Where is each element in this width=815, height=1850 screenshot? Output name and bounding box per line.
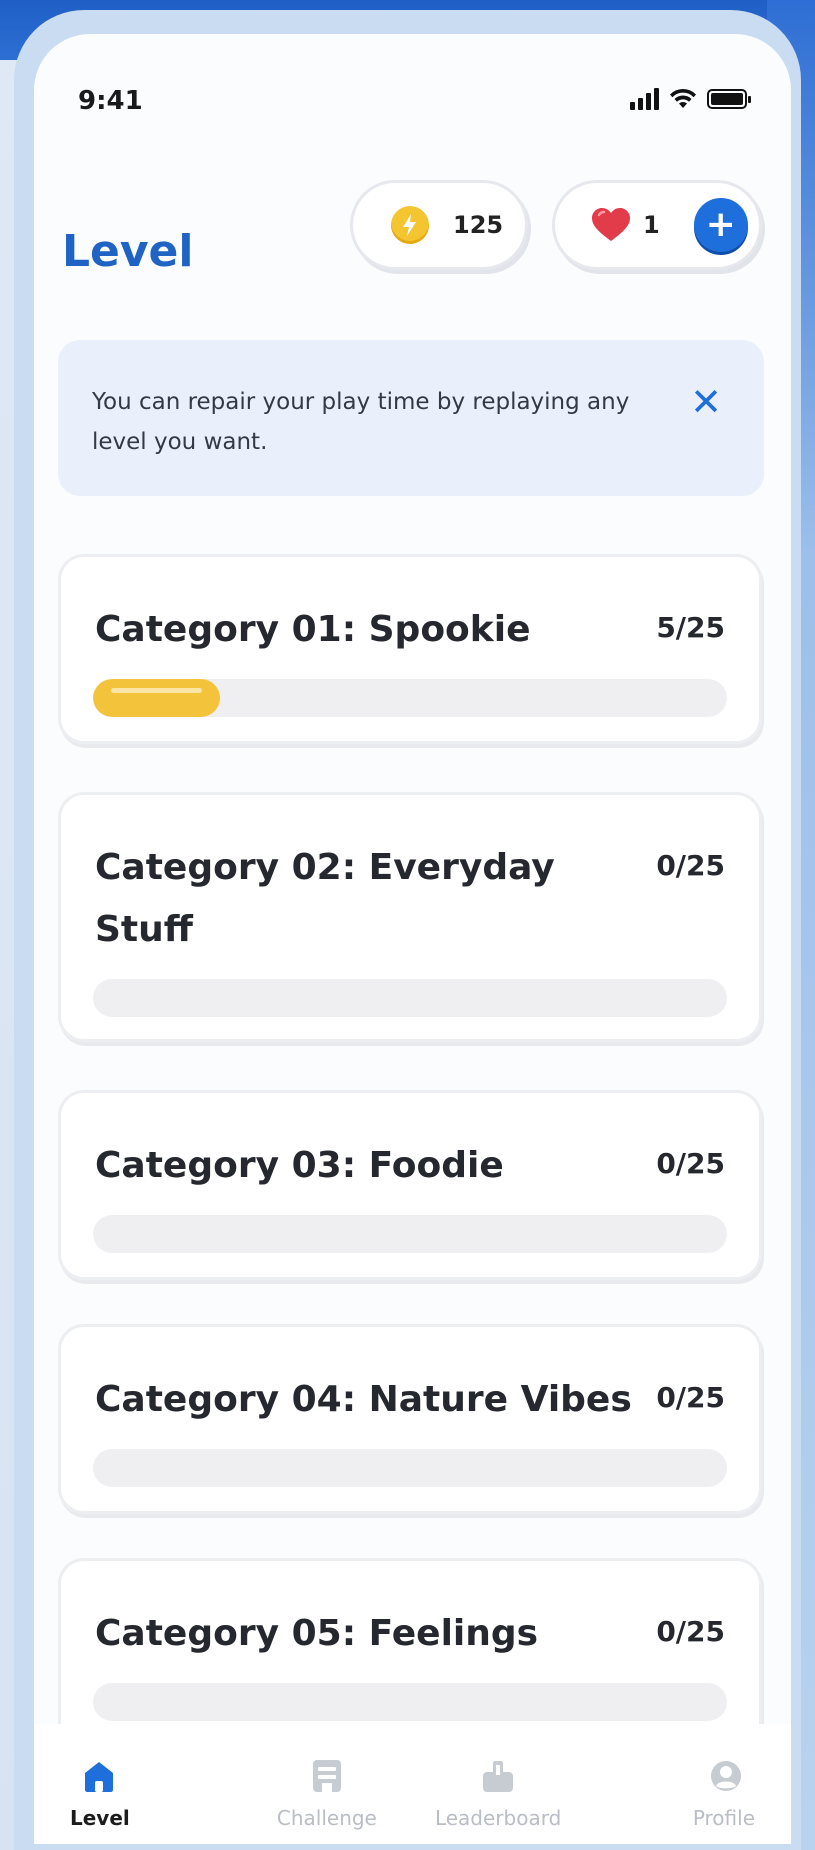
tab-label: Profile <box>692 1806 755 1830</box>
tab-level[interactable]: Level <box>34 1724 241 1844</box>
battery-icon <box>707 89 751 109</box>
category-count: 0/25 <box>656 1381 725 1414</box>
heart-icon <box>592 208 630 241</box>
tab-bar: Level Challenge Leaderboard Profile <box>34 1724 791 1844</box>
tab-leaderboard[interactable]: Leaderboard <box>413 1724 584 1844</box>
category-count: 5/25 <box>656 611 725 644</box>
home-icon <box>85 1762 113 1792</box>
close-icon[interactable]: ✕ <box>688 383 724 421</box>
progress-bar <box>93 979 727 1017</box>
tab-label: Level <box>70 1806 130 1830</box>
energy-counter[interactable]: 125 <box>350 180 528 270</box>
add-lives-button[interactable]: + <box>693 198 748 252</box>
challenge-icon <box>312 1760 341 1792</box>
tab-challenge[interactable]: Challenge <box>241 1724 412 1844</box>
category-count: 0/25 <box>656 849 725 882</box>
category-count: 0/25 <box>656 1147 725 1180</box>
category-card[interactable]: Category 04: Nature Vibes 0/25 <box>58 1324 762 1514</box>
category-card[interactable]: Category 02: Everyday Stuff 0/25 <box>58 792 762 1042</box>
category-title: Category 05: Feelings <box>95 1613 539 1654</box>
wifi-icon <box>670 88 696 108</box>
progress-bar <box>93 1683 727 1721</box>
tab-label: Leaderboard <box>434 1806 562 1830</box>
progress-bar <box>93 679 727 717</box>
category-title: Category 01: Spookie <box>95 609 531 650</box>
tab-profile[interactable]: Profile <box>584 1724 791 1844</box>
category-card[interactable]: Category 03: Foodie 0/25 <box>58 1090 762 1280</box>
progress-bar <box>93 1215 727 1253</box>
status-icons <box>630 88 751 110</box>
app-screen: 9:41 Level 125 1 + You can repair your p… <box>34 34 791 1844</box>
signal-icon <box>630 88 659 110</box>
progress-bar <box>93 1449 727 1487</box>
lives-counter: 1 + <box>552 180 762 270</box>
progress-fill <box>93 679 220 717</box>
lightning-coin-icon <box>391 206 429 244</box>
device-frame: 9:41 Level 125 1 + You can repair your p… <box>14 10 801 1850</box>
category-card[interactable]: Category 01: Spookie 5/25 <box>58 554 762 744</box>
leaderboard-icon <box>483 1761 514 1792</box>
category-title: Category 02: Everyday Stuff <box>95 847 555 950</box>
category-title: Category 03: Foodie <box>95 1145 504 1186</box>
status-time: 9:41 <box>78 86 143 116</box>
tip-banner: You can repair your play time by replayi… <box>58 340 764 496</box>
tip-text: You can repair your play time by replayi… <box>92 389 630 455</box>
energy-value: 125 <box>453 211 504 239</box>
lives-value: 1 <box>643 211 660 239</box>
category-card[interactable]: Category 05: Feelings 0/25 <box>58 1558 762 1748</box>
tab-label: Challenge <box>276 1806 377 1830</box>
profile-icon <box>711 1761 741 1791</box>
page-title: Level <box>62 226 194 277</box>
status-bar: 9:41 <box>34 34 791 154</box>
category-count: 0/25 <box>656 1615 725 1648</box>
plus-icon: + <box>705 204 736 245</box>
category-title: Category 04: Nature Vibes <box>95 1379 632 1420</box>
